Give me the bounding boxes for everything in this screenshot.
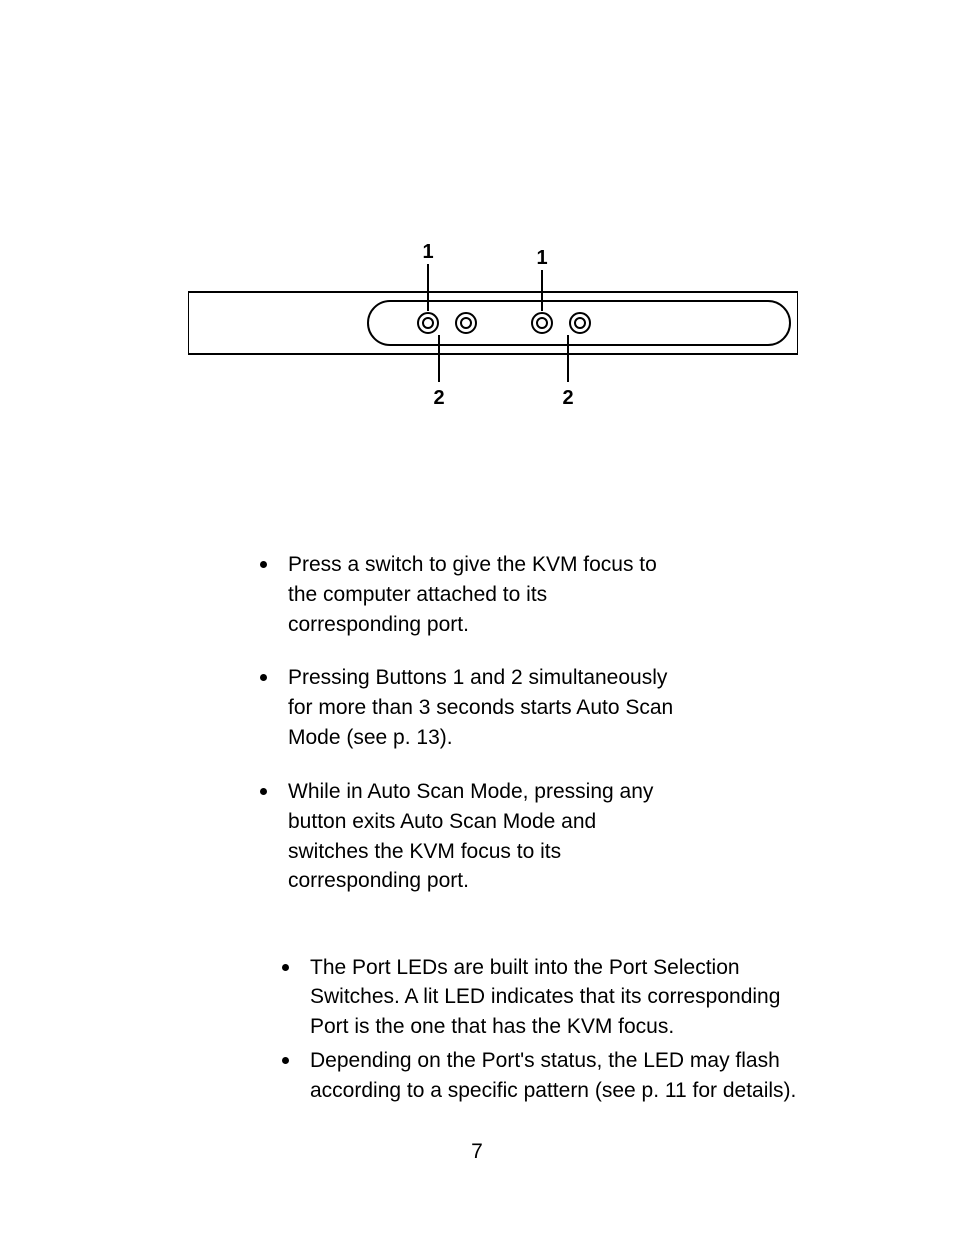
- list-item: Pressing Buttons 1 and 2 simultaneously …: [280, 661, 682, 752]
- page-number: 7: [0, 1140, 954, 1164]
- device-diagram: 1 1: [188, 234, 798, 424]
- instruction-list-1: Press a switch to give the KVM focus to …: [232, 548, 812, 918]
- port-led-1a: [418, 313, 438, 333]
- port-led-1b: [456, 313, 476, 333]
- diagram-label-top-right: 1: [536, 247, 547, 269]
- list-item: Press a switch to give the KVM focus to …: [280, 548, 682, 639]
- diagram-label-bottom-left: 2: [433, 387, 444, 409]
- diagram-label-top-left: 1: [422, 241, 433, 263]
- port-led-2b: [570, 313, 590, 333]
- list-item: The Port LEDs are built into the Port Se…: [302, 952, 812, 1041]
- diagram-label-bottom-right: 2: [562, 387, 573, 409]
- device-front-plate: [368, 301, 790, 345]
- list-item: While in Auto Scan Mode, pressing any bu…: [280, 775, 682, 896]
- list-item: Depending on the Port's status, the LED …: [302, 1045, 812, 1105]
- document-page: 1 1: [0, 0, 954, 1235]
- port-led-2a: [532, 313, 552, 333]
- instruction-list-2: The Port LEDs are built into the Port Se…: [252, 952, 812, 1109]
